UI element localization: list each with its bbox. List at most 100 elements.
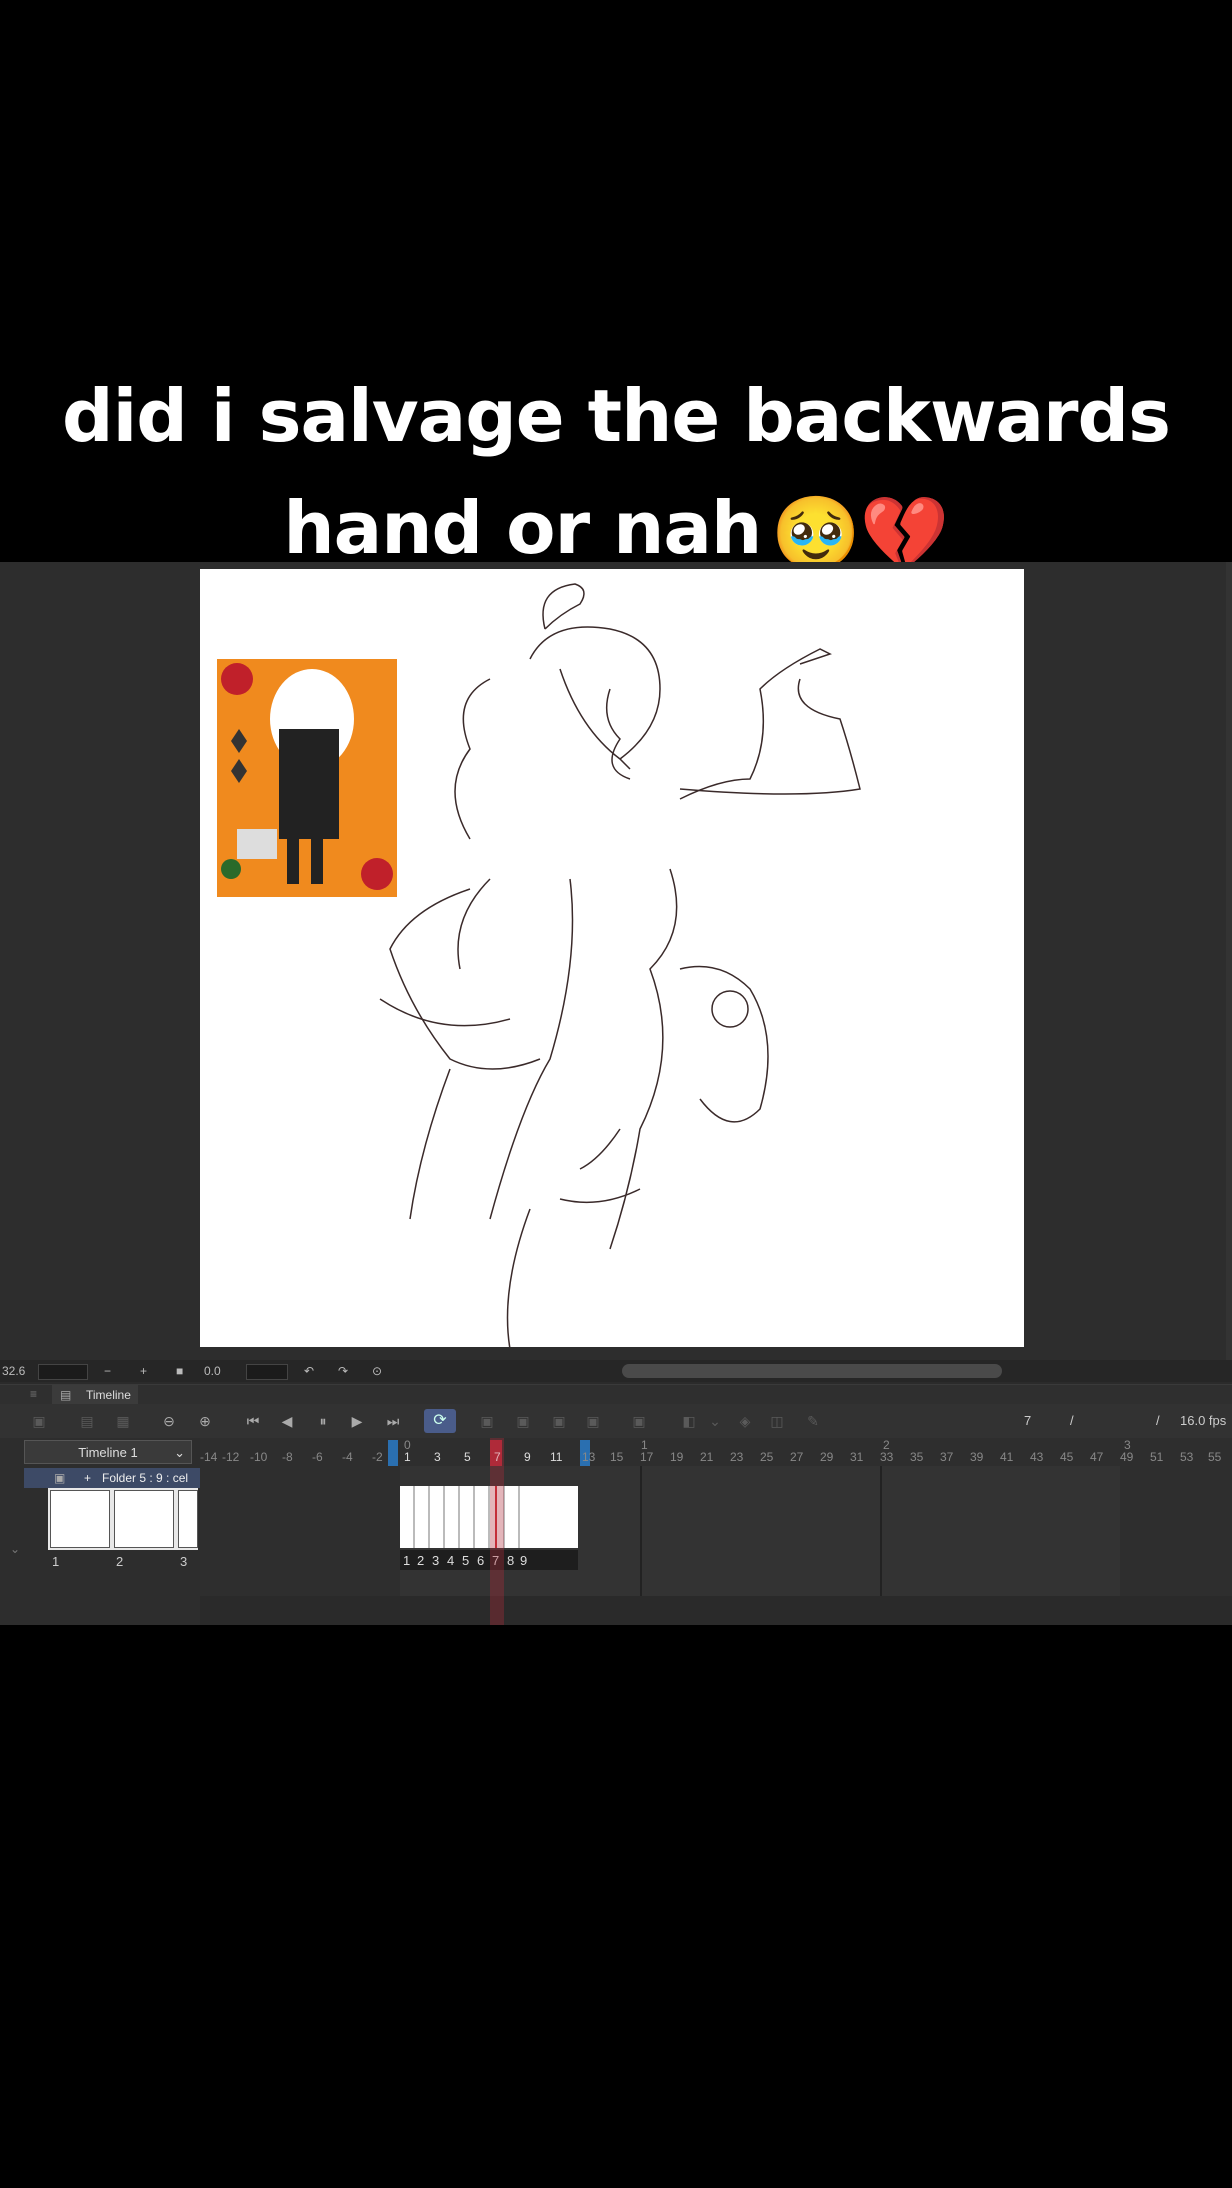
last-frame-icon[interactable]: ⏭ (384, 1413, 402, 1429)
keyframe-icon[interactable]: ◧ (680, 1413, 698, 1429)
thumb-number: 1 (52, 1554, 60, 1569)
timeline-select[interactable]: Timeline 1 ⌄ (24, 1440, 192, 1464)
zoom-out-timeline-icon[interactable]: ⊖ (160, 1413, 178, 1429)
frame-settings-icon[interactable]: ▦ (114, 1413, 132, 1429)
ruler-tick: 47 (1090, 1450, 1104, 1464)
cel-thumbnail-1[interactable] (50, 1490, 110, 1548)
ruler-tick: -4 (342, 1450, 353, 1464)
video-caption: did i salvage the backwards hand or nah 🥹… (0, 360, 1232, 589)
timeline-select-label: Timeline 1 (78, 1445, 138, 1460)
zoom-in-timeline-icon[interactable]: ⊕ (196, 1413, 214, 1429)
ruler-tick: 43 (1030, 1450, 1044, 1464)
ruler-tick: 3 (434, 1450, 441, 1464)
expand-plus-icon[interactable]: + (84, 1468, 91, 1488)
folder-icon: ▣ (54, 1471, 66, 1485)
ruler-tick: 11 (550, 1450, 563, 1464)
cel-thumbnails (48, 1488, 198, 1550)
timeline-panel-header: ≡ ▤ Timeline (0, 1384, 1232, 1405)
pre-range-shade (200, 1466, 400, 1596)
ruler-tick: 35 (910, 1450, 924, 1464)
timeline-tab-icon: ▤ (60, 1388, 72, 1402)
caption-line-1: did i salvage the backwards (62, 374, 1171, 458)
zoom-in-button[interactable]: + (140, 1364, 147, 1378)
timeline-settings-icon[interactable]: ▤ (78, 1413, 96, 1429)
cel-number: 1 (403, 1553, 411, 1568)
ruler-tick: 23 (730, 1450, 744, 1464)
new-timeline-icon[interactable]: ▣ (30, 1413, 48, 1429)
thumb-number: 3 (180, 1554, 188, 1569)
timeline-area: Timeline 1 ⌄ 👁 ⌄ ▣ + Folder 5 : 9 : cel … (0, 1438, 1232, 1625)
frame-rate[interactable]: 16.0 fps (1180, 1413, 1226, 1428)
cel-number: 8 (507, 1553, 515, 1568)
ruler-tick: -8 (282, 1450, 293, 1464)
ruler-tick: 17 (640, 1450, 654, 1464)
thumb-number: 2 (116, 1554, 124, 1569)
ruler-tick: 5 (464, 1450, 471, 1464)
new-animation-folder-icon[interactable]: ▣ (478, 1413, 496, 1429)
collapse-chevron-icon[interactable]: ⌄ (10, 1542, 20, 1556)
vertical-scrollbar[interactable] (1226, 562, 1232, 1360)
reset-rotation-icon[interactable]: ⊙ (372, 1364, 382, 1378)
new-cel-icon[interactable]: ▣ (514, 1413, 532, 1429)
post-range-shade (1120, 1466, 1232, 1596)
specify-cels-icon[interactable]: ▣ (550, 1413, 568, 1429)
onion-skin-icon[interactable]: ▣ (630, 1413, 648, 1429)
ruler-tick: 45 (1060, 1450, 1074, 1464)
layer-label: Folder 5 : 9 : cel (102, 1471, 189, 1485)
caption-line-2: hand or nah (283, 486, 762, 570)
cel-number: 6 (477, 1553, 485, 1568)
rotation-slider[interactable] (246, 1364, 288, 1380)
cel-number: 2 (417, 1553, 425, 1568)
pause-icon[interactable]: ⏸ (314, 1413, 332, 1429)
current-frame-highlight (490, 1438, 504, 1625)
ruler-tick: 51 (1150, 1450, 1164, 1464)
line-art-sketch (379, 583, 861, 1347)
cel-number: 9 (520, 1553, 528, 1568)
frame-separator: / (1070, 1413, 1074, 1428)
loop-playback-icon[interactable]: ⟳ (424, 1409, 456, 1433)
navigator-bar: 32.6 − + ■ 0.0 ↶ ↷ ⊙ (0, 1360, 1232, 1382)
canvas-area[interactable] (0, 562, 1232, 1360)
pencil-icon[interactable]: ✎ (804, 1413, 822, 1429)
next-frame-icon[interactable]: ▶ (348, 1413, 366, 1429)
fit-icon[interactable]: ■ (176, 1364, 183, 1378)
cel-frame-dividers (413, 1486, 520, 1548)
ruler-tick: 9 (524, 1450, 531, 1464)
panel-menu-icon[interactable]: ≡ (30, 1387, 37, 1401)
zoom-out-button[interactable]: − (104, 1364, 111, 1378)
ruler-tick: 13 (582, 1450, 596, 1464)
cel-frames[interactable] (400, 1486, 578, 1548)
cel-thumbnail-3[interactable] (178, 1490, 198, 1548)
rotate-right-icon[interactable]: ↷ (338, 1364, 348, 1378)
cel-track[interactable] (200, 1466, 1232, 1596)
tab-timeline[interactable]: ▤ Timeline (52, 1385, 138, 1405)
layer-folder-row[interactable]: ▣ + Folder 5 : 9 : cel (24, 1468, 200, 1488)
playback-start-marker[interactable] (388, 1440, 398, 1466)
zoom-slider[interactable] (38, 1364, 88, 1380)
rotate-left-icon[interactable]: ↶ (304, 1364, 314, 1378)
camera-icon[interactable]: ◫ (768, 1413, 786, 1429)
cel-thumbnail-2[interactable] (114, 1490, 174, 1548)
ruler-tick: 15 (610, 1450, 624, 1464)
cel-number: 5 (462, 1553, 470, 1568)
drawing-canvas[interactable] (200, 569, 1024, 1347)
horizontal-scrollbar[interactable] (622, 1364, 1002, 1378)
cel-number: 4 (447, 1553, 455, 1568)
previous-frame-icon[interactable]: ◀ (278, 1413, 296, 1429)
frame-ruler[interactable]: 0 1 2 3 -14 -12 -10 -8 -6 -4 -2 1 3 5 7 … (200, 1438, 1232, 1466)
current-frame[interactable]: 7 (1024, 1413, 1031, 1428)
ruler-tick: 39 (970, 1450, 984, 1464)
second-divider (880, 1466, 882, 1596)
first-frame-icon[interactable]: ⏮ (244, 1413, 262, 1429)
ruler-tick: 31 (850, 1450, 864, 1464)
edit-keyframe-icon[interactable]: ◈ (736, 1413, 754, 1429)
timeline-toolbar: ▣ ▤ ▦ ⊖ ⊕ ⏮ ◀ ⏸ ▶ ⏭ ⟳ ▣ ▣ ▣ ▣ ▣ ◧ ⌄ ◈ ◫ … (0, 1404, 1232, 1438)
cel-number-row: 1 2 3 4 5 6 7 8 9 (400, 1550, 578, 1570)
keyframe-dropdown-icon[interactable]: ⌄ (706, 1413, 724, 1429)
chevron-down-icon: ⌄ (174, 1445, 185, 1460)
delete-cel-icon[interactable]: ▣ (584, 1413, 602, 1429)
zoom-value: 32.6 (2, 1364, 26, 1378)
ruler-tick: 37 (940, 1450, 954, 1464)
rotation-value: 0.0 (204, 1364, 221, 1378)
ruler-tick: -14 (200, 1450, 218, 1464)
